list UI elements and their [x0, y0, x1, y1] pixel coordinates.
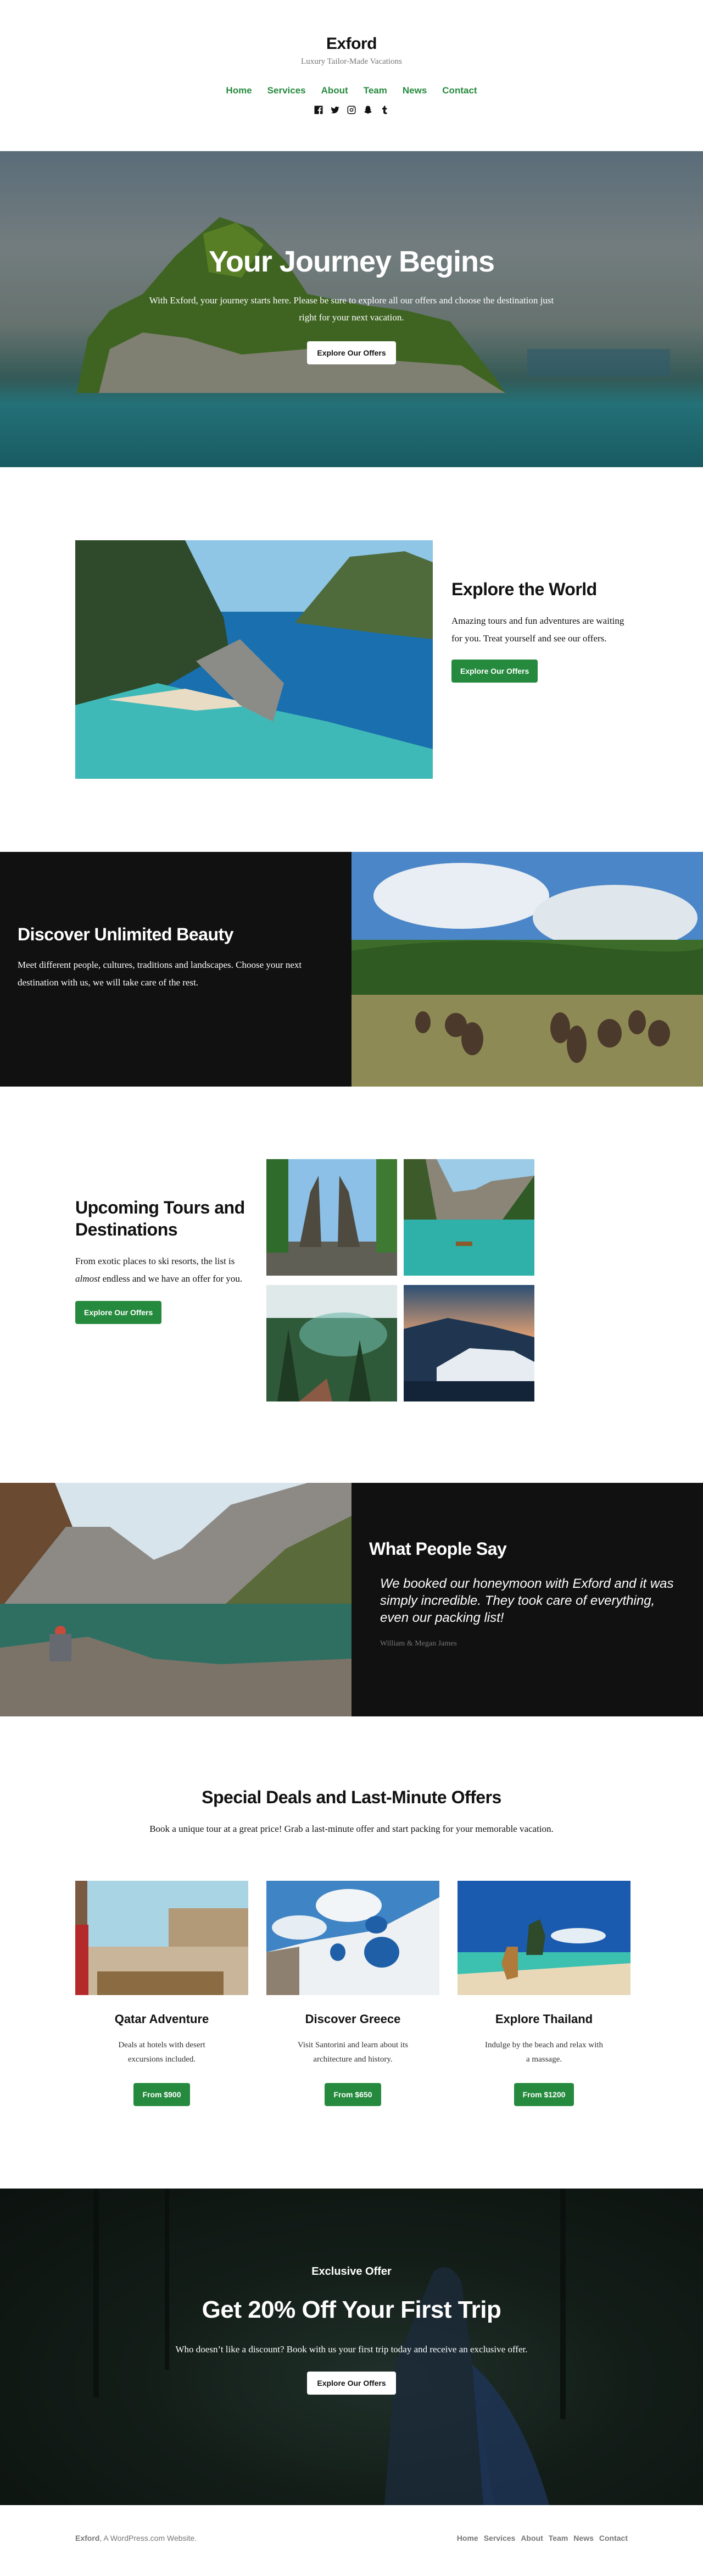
- hero-title: Your Journey Begins: [208, 245, 495, 278]
- deal-title: Discover Greece: [305, 2012, 401, 2026]
- tour-image-rice-terraces: [266, 1285, 397, 1401]
- tour-image-temple-gate: [266, 1159, 397, 1276]
- social-links: [0, 104, 703, 116]
- deals-title: Special Deals and Last-Minute Offers: [202, 1787, 501, 1807]
- site-footer: Exford, A WordPress.com Website. Home Se…: [0, 2505, 703, 2576]
- offer-text: Who doesn’t like a discount? Book with u…: [175, 2344, 528, 2355]
- discover-section: Discover Unlimited Beauty Meet different…: [0, 852, 703, 1087]
- footer-nav-team[interactable]: Team: [549, 2534, 568, 2542]
- site-tagline: Luxury Tailor-Made Vacations: [301, 57, 402, 66]
- deals-section: Special Deals and Last-Minute Offers Boo…: [0, 1716, 703, 2189]
- explore-title: Explore the World: [451, 579, 597, 599]
- deal-title: Explore Thailand: [495, 2012, 593, 2026]
- tours-text-block: Upcoming Tours and Destinations From exo…: [75, 1196, 251, 1324]
- nav-news[interactable]: News: [403, 85, 427, 96]
- main-nav: Home Services About Team News Contact: [0, 85, 703, 96]
- tours-image-grid: [266, 1159, 534, 1401]
- testimonial-image: [0, 1483, 352, 1716]
- discover-image: [352, 852, 703, 1087]
- nav-about[interactable]: About: [321, 85, 348, 96]
- snapchat-icon[interactable]: [362, 104, 373, 116]
- hero-explore-offers-button[interactable]: Explore Our Offers: [307, 341, 396, 364]
- offer-eyebrow: Exclusive Offer: [311, 2265, 392, 2278]
- explore-section: Explore the World Amazing tours and fun …: [0, 467, 703, 852]
- footer-nav: Home Services About Team News Contact: [457, 2534, 628, 2542]
- deal-image-thailand: [457, 1881, 631, 1995]
- tour-image-ski-village: [404, 1285, 534, 1401]
- nav-team[interactable]: Team: [364, 85, 387, 96]
- discover-title: Discover Unlimited Beauty: [18, 924, 233, 944]
- tour-image-mountain-lake: [404, 1159, 534, 1276]
- explore-offers-button[interactable]: Explore Our Offers: [451, 660, 538, 683]
- deal-text: Indulge by the beach and relax with a ma…: [485, 2041, 603, 2064]
- nav-services[interactable]: Services: [267, 85, 306, 96]
- explore-text-block: Explore the World Amazing tours and fun …: [451, 578, 633, 683]
- deal-text: Deals at hotels with desert excursions i…: [118, 2041, 205, 2064]
- deal-card-qatar: Qatar Adventure Deals at hotels with des…: [75, 1881, 248, 2106]
- discover-text-block: Discover Unlimited Beauty Meet different…: [0, 852, 352, 1087]
- testimonial-text-block: What People Say We booked our honeymoon …: [352, 1483, 703, 1716]
- deal-card-greece: Discover Greece Visit Santorini and lear…: [266, 1881, 439, 2106]
- deal-image-qatar: [75, 1881, 248, 1995]
- deals-cards: Qatar Adventure Deals at hotels with des…: [75, 1881, 631, 2106]
- deal-title: Qatar Adventure: [114, 2012, 209, 2026]
- testimonial-author: William & Megan James: [380, 1639, 457, 1648]
- hero-content: Your Journey Begins With Exford, your jo…: [0, 151, 703, 364]
- offer-explore-button[interactable]: Explore Our Offers: [307, 2372, 396, 2395]
- nav-home[interactable]: Home: [226, 85, 252, 96]
- footer-nav-about[interactable]: About: [521, 2534, 543, 2542]
- hero-section: Your Journey Begins With Exford, your jo…: [0, 151, 703, 467]
- deal-text: Visit Santorini and learn about its arch…: [297, 2041, 409, 2064]
- tours-title: Upcoming Tours and Destinations: [75, 1198, 245, 1239]
- footer-nav-services[interactable]: Services: [484, 2534, 516, 2542]
- hero-text: With Exford, your journey starts here. P…: [149, 295, 554, 323]
- twitter-icon[interactable]: [330, 104, 341, 116]
- offer-title: Get 20% Off Your First Trip: [202, 2296, 501, 2323]
- testimonial-title: What People Say: [369, 1539, 507, 1559]
- site-header: Exford Luxury Tailor-Made Vacations Home…: [0, 0, 703, 151]
- deal-price-button[interactable]: From $650: [325, 2083, 381, 2106]
- deal-image-greece: [266, 1881, 439, 1995]
- deal-price-button[interactable]: From $1200: [514, 2083, 574, 2106]
- deal-card-thailand: Explore Thailand Indulge by the beach an…: [457, 1881, 631, 2106]
- offer-section: Exclusive Offer Get 20% Off Your First T…: [0, 2189, 703, 2505]
- tours-text: From exotic places to ski resorts, the l…: [75, 1256, 243, 1284]
- site-title[interactable]: Exford: [0, 34, 703, 54]
- explore-image: [75, 540, 433, 779]
- nav-contact[interactable]: Contact: [442, 85, 477, 96]
- deals-intro: Book a unique tour at a great price! Gra…: [149, 1824, 554, 1834]
- footer-nav-news[interactable]: News: [573, 2534, 594, 2542]
- explore-text: Amazing tours and fun adventures are wai…: [451, 616, 624, 644]
- footer-credit: Exford, A WordPress.com Website.: [75, 2533, 197, 2542]
- footer-nav-home[interactable]: Home: [457, 2534, 478, 2542]
- tours-section: Upcoming Tours and Destinations From exo…: [0, 1087, 703, 1483]
- instagram-icon[interactable]: [346, 104, 357, 116]
- discover-text: Meet different people, cultures, traditi…: [18, 960, 302, 988]
- deal-price-button[interactable]: From $900: [133, 2083, 190, 2106]
- testimonial-section: What People Say We booked our honeymoon …: [0, 1483, 703, 1716]
- tours-offers-button[interactable]: Explore Our Offers: [75, 1301, 162, 1324]
- footer-nav-contact[interactable]: Contact: [599, 2534, 628, 2542]
- footer-site-link[interactable]: Exford: [75, 2534, 99, 2542]
- offer-content: Exclusive Offer Get 20% Off Your First T…: [0, 2189, 703, 2395]
- testimonial-quote: We booked our honeymoon with Exford and …: [380, 1576, 674, 1625]
- facebook-icon[interactable]: [313, 104, 324, 116]
- tumblr-icon[interactable]: [379, 104, 390, 116]
